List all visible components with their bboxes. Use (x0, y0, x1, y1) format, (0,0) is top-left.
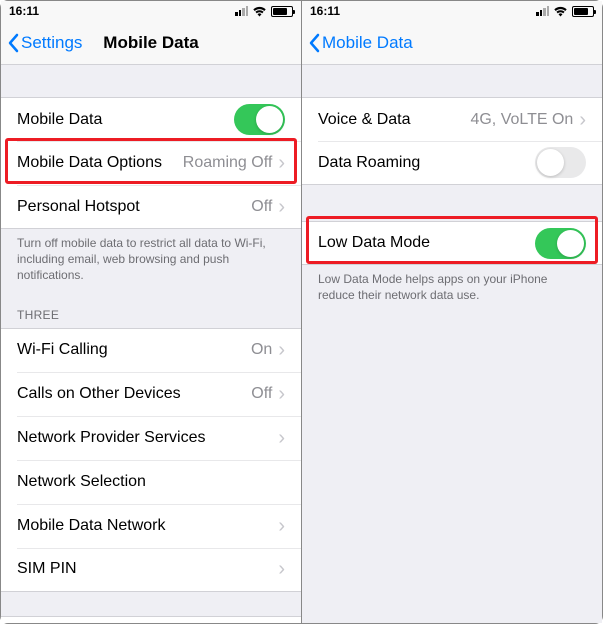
row-calls-other-devices[interactable]: Calls on Other Devices Off › (1, 372, 301, 416)
row-label: Data Roaming (318, 154, 535, 172)
status-bar: 16:11 (1, 1, 301, 21)
row-label: Mobile Data (17, 111, 234, 129)
back-label: Settings (21, 33, 82, 53)
row-mobile-data-network[interactable]: Mobile Data Network › (1, 504, 301, 548)
battery-icon (271, 6, 293, 17)
row-label: Mobile Data Network (17, 517, 276, 535)
row-value: Off (251, 198, 272, 216)
group-header-three: THREE (1, 292, 301, 328)
row-label: Mobile Data Options (17, 154, 183, 172)
content-scroll[interactable]: Voice & Data 4G, VoLTE On › Data Roaming… (302, 65, 602, 623)
chevron-right-icon: › (276, 153, 285, 173)
back-button[interactable]: Mobile Data (308, 33, 413, 53)
chevron-right-icon: › (276, 428, 285, 448)
row-network-selection[interactable]: Network Selection (1, 460, 301, 504)
row-label: Wi-Fi Calling (17, 341, 251, 359)
chevron-right-icon: › (276, 197, 285, 217)
row-sim-pin[interactable]: SIM PIN › (1, 548, 301, 592)
status-icons (536, 6, 594, 17)
chevron-right-icon: › (276, 384, 285, 404)
chevron-right-icon: › (276, 340, 285, 360)
row-value: Off (251, 385, 272, 403)
row-voice-data[interactable]: Voice & Data 4G, VoLTE On › (302, 97, 602, 141)
row-value: Roaming Off (183, 154, 273, 172)
status-icons (235, 6, 293, 17)
row-wifi-calling[interactable]: Wi-Fi Calling On › (1, 328, 301, 372)
row-personal-hotspot[interactable]: Personal Hotspot Off › (1, 185, 301, 229)
status-bar: 16:11 (302, 1, 602, 21)
row-mobile-data-options[interactable]: Mobile Data Options Roaming Off › (1, 141, 301, 185)
chevron-right-icon: › (577, 110, 586, 130)
signal-icon (235, 6, 248, 16)
nav-bar: Mobile Data (302, 21, 602, 65)
chevron-left-icon (308, 33, 320, 53)
row-value: 4G, VoLTE On (470, 111, 573, 129)
footer-text: Low Data Mode helps apps on your iPhone … (302, 265, 602, 311)
toggle-data-roaming[interactable] (535, 147, 586, 178)
row-label: Network Provider Services (17, 429, 276, 447)
row-value: On (251, 341, 272, 359)
status-time: 16:11 (9, 4, 39, 18)
row-data-roaming[interactable]: Data Roaming (302, 141, 602, 185)
battery-icon (572, 6, 594, 17)
chevron-left-icon (7, 33, 19, 53)
footer-text: Turn off mobile data to restrict all dat… (1, 229, 301, 292)
row-add-data-plan[interactable]: Add Data Plan (1, 616, 301, 623)
row-low-data-mode[interactable]: Low Data Mode (302, 221, 602, 265)
row-label: Low Data Mode (318, 234, 535, 252)
row-label: SIM PIN (17, 560, 276, 578)
phone-left: 16:11 Settings Mobile Data Mobile Data M… (1, 1, 301, 623)
status-time: 16:11 (310, 4, 340, 18)
phone-right: 16:11 Mobile Data Voice & Data 4G, VoLTE… (301, 1, 602, 623)
toggle-low-data-mode[interactable] (535, 228, 586, 259)
toggle-mobile-data[interactable] (234, 104, 285, 135)
back-button[interactable]: Settings (7, 33, 82, 53)
chevron-right-icon: › (276, 516, 285, 536)
back-label: Mobile Data (322, 33, 413, 53)
signal-icon (536, 6, 549, 16)
row-label: Calls on Other Devices (17, 385, 251, 403)
chevron-right-icon: › (276, 559, 285, 579)
content-scroll[interactable]: Mobile Data Mobile Data Options Roaming … (1, 65, 301, 623)
row-network-provider[interactable]: Network Provider Services › (1, 416, 301, 460)
row-label: Voice & Data (318, 111, 470, 129)
wifi-icon (252, 6, 267, 17)
nav-bar: Settings Mobile Data (1, 21, 301, 65)
wifi-icon (553, 6, 568, 17)
row-label: Personal Hotspot (17, 198, 251, 216)
row-mobile-data[interactable]: Mobile Data (1, 97, 301, 141)
row-label: Network Selection (17, 473, 285, 491)
